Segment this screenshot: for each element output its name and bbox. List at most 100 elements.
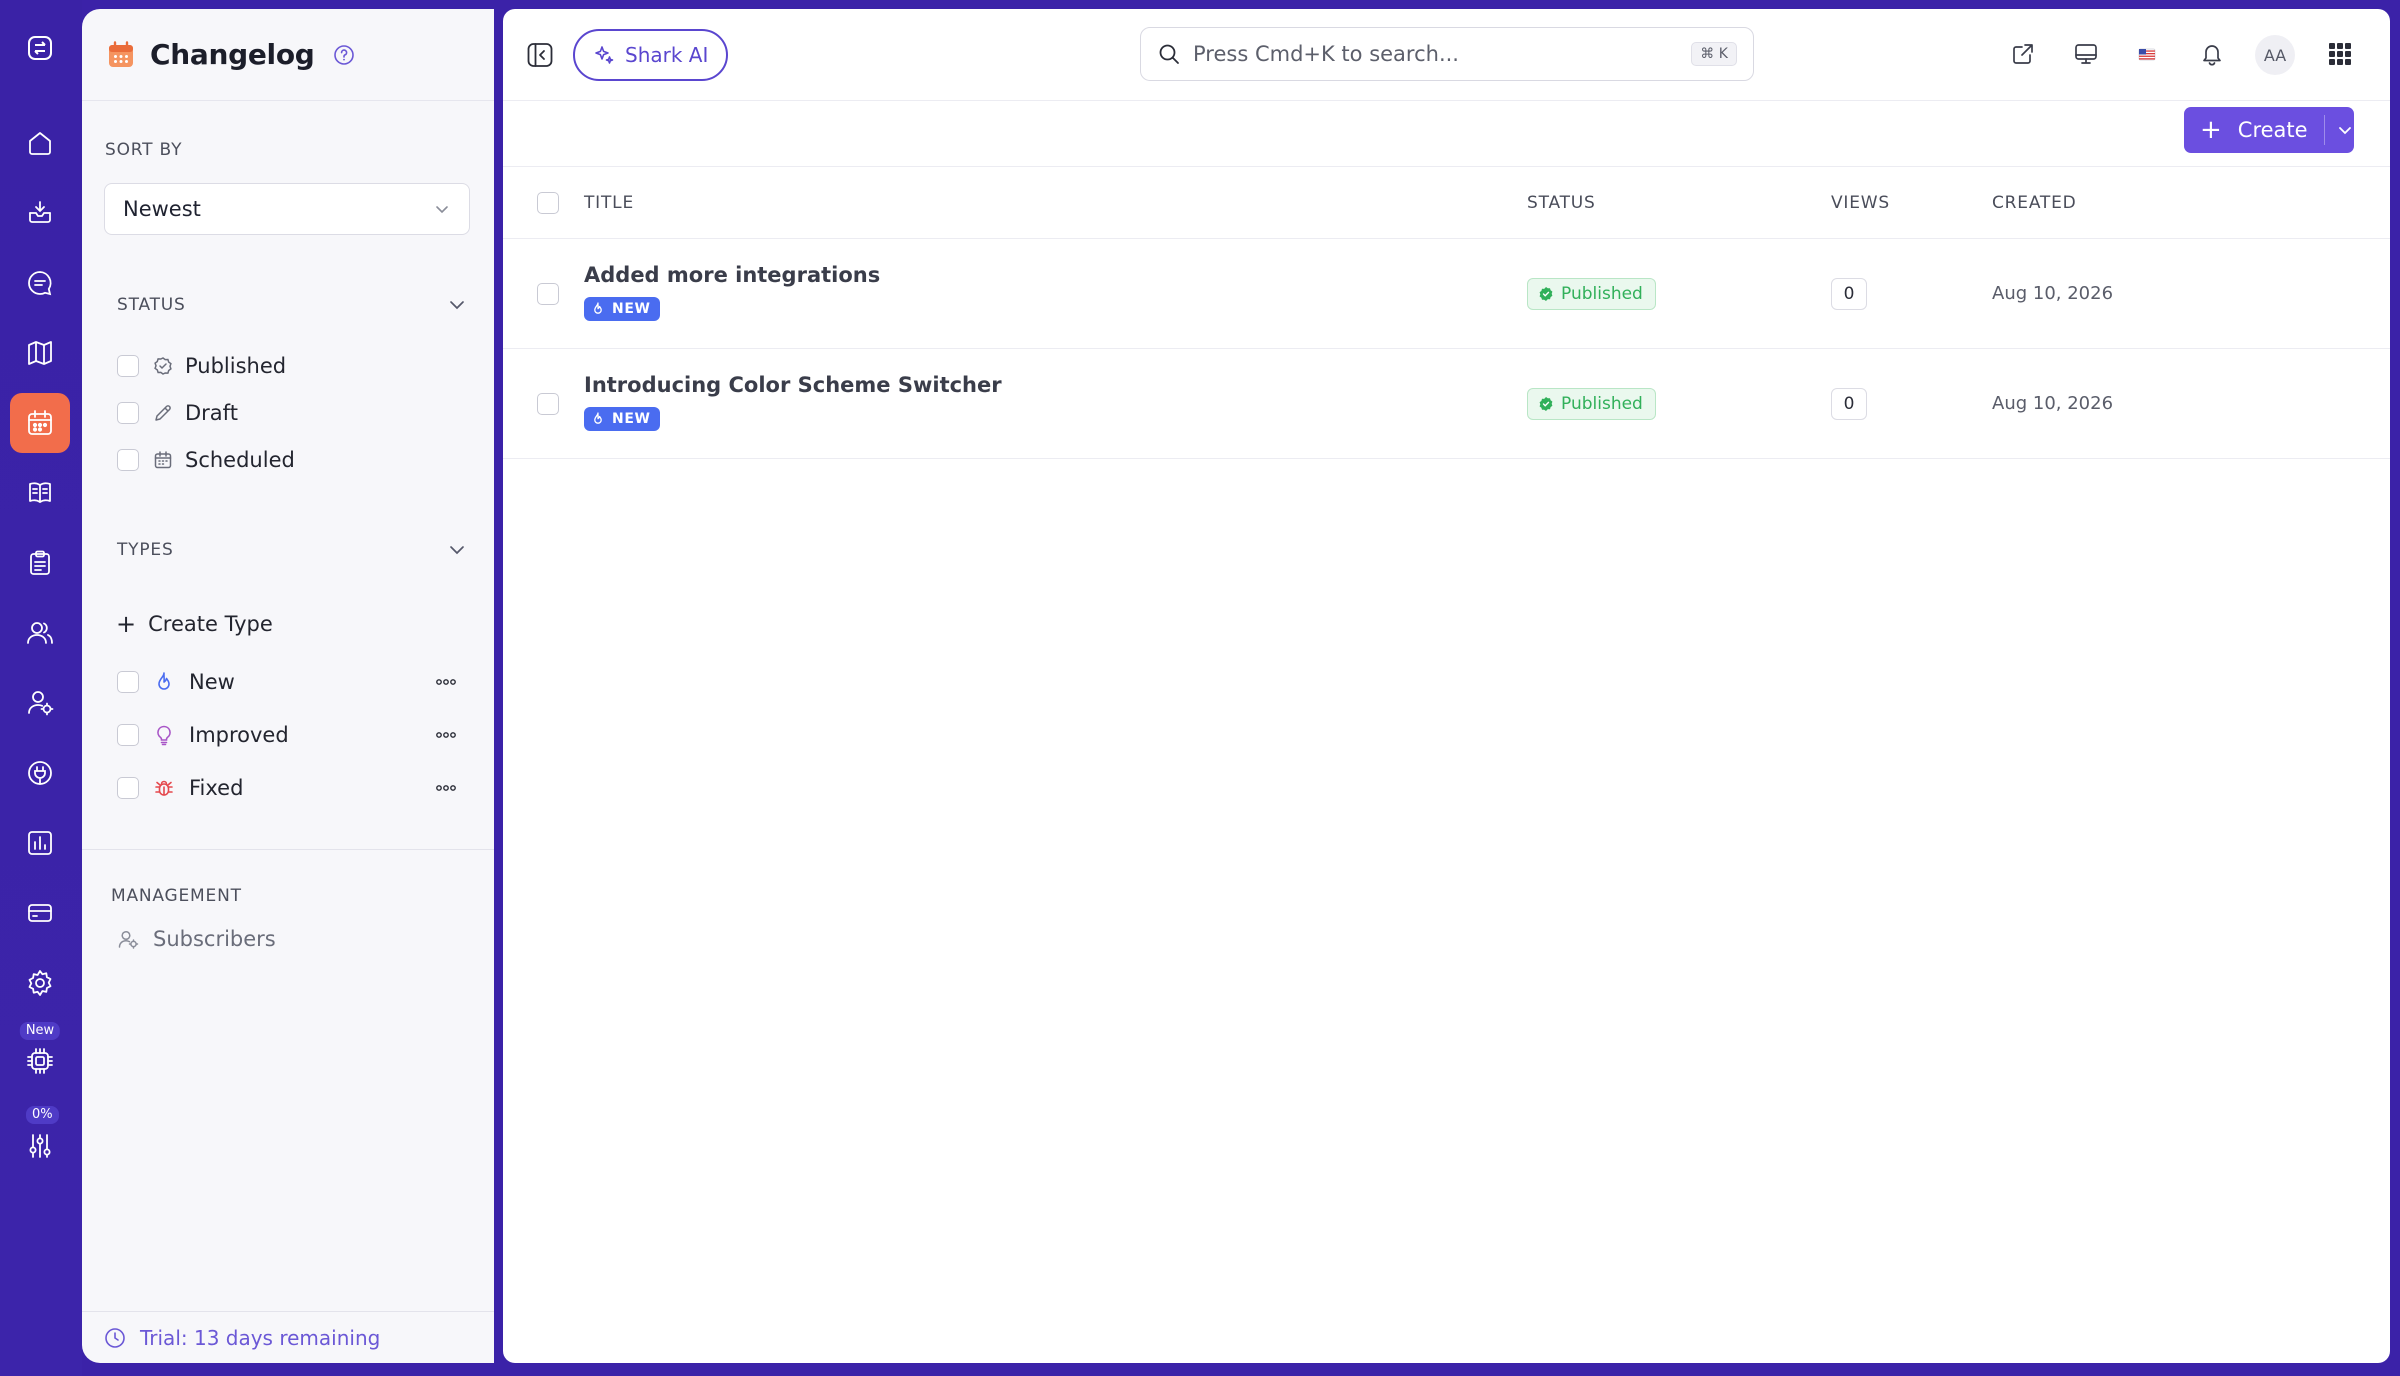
global-search[interactable]: ⌘ K [1140,27,1754,81]
chevron-down-icon[interactable] [2336,121,2354,139]
types-label: TYPES [117,540,174,560]
rail-billing[interactable] [10,883,70,943]
ai-chip-icon [25,1046,55,1076]
column-created[interactable]: CREATED [1992,193,2077,213]
sort-select[interactable]: Newest [104,183,470,235]
rail-users[interactable] [10,603,70,663]
trial-banner[interactable]: Trial: 13 days remaining [82,1311,494,1363]
status-label: Published [1561,394,1643,414]
roadmap-icon [25,338,55,368]
create-button[interactable]: + Create [2184,107,2354,153]
status-option-draft[interactable]: Draft [117,398,238,428]
status-label: STATUS [117,295,186,315]
sort-value: Newest [123,197,201,221]
status-option-published[interactable]: Published [117,351,286,381]
row-title[interactable]: Introducing Color Scheme Switcher [584,373,1002,397]
type-row-improved[interactable]: Improved [117,720,457,750]
status-option-scheduled[interactable]: Scheduled [117,445,295,475]
app-rail: New 0% [0,0,82,1376]
row-checkbox[interactable] [537,283,559,305]
panel-divider [82,849,494,850]
type-improved-checkbox[interactable] [117,724,139,746]
rail-user-settings[interactable] [10,673,70,733]
monitor-icon[interactable] [2071,39,2101,69]
rail-integrations[interactable] [10,743,70,803]
status-section-toggle[interactable]: STATUS [117,295,467,315]
new-tag: NEW [584,297,660,321]
select-all-checkbox[interactable] [537,192,559,214]
external-link-icon[interactable] [2008,39,2038,69]
rail-changelog[interactable] [10,393,70,453]
clock-icon [104,1327,140,1349]
table-row[interactable]: Introducing Color Scheme Switcher NEW Pu… [503,349,2390,459]
type-label: New [189,670,235,694]
shark-ai-button[interactable]: Shark AI [573,29,729,81]
inbox-icon [25,197,55,227]
subscribers-link[interactable]: Subscribers [117,927,276,951]
new-badge: New [19,1022,61,1040]
logo-icon [25,33,55,63]
management-label: MANAGEMENT [111,886,242,906]
flame-icon [591,302,612,316]
new-tag: NEW [584,407,660,431]
type-row-new[interactable]: New [117,667,457,697]
help-icon[interactable] [333,44,355,66]
more-options-icon[interactable] [435,783,457,793]
apps-grid-icon[interactable] [2325,39,2355,69]
sort-by-label: SORT BY [105,140,183,160]
rail-home[interactable] [10,113,70,173]
shark-ai-label: Shark AI [625,43,709,67]
more-options-icon[interactable] [435,730,457,740]
plus-icon: + [116,610,137,638]
status-label: Published [1561,284,1643,304]
column-status[interactable]: STATUS [1527,193,1596,213]
row-title[interactable]: Added more integrations [584,263,880,287]
types-section-toggle[interactable]: TYPES [117,540,467,560]
rail-roadmap[interactable] [10,323,70,383]
chevron-down-icon [447,295,467,315]
sparkle-icon [593,44,625,66]
changelog-filter-panel: Changelog SORT BY Newest STATUS Publishe… [82,9,494,1363]
rail-analytics[interactable] [10,813,70,873]
changelog-calendar-icon [106,40,136,70]
rail-surveys[interactable] [10,533,70,593]
type-new-checkbox[interactable] [117,671,139,693]
rail-ai-features[interactable]: New [10,1022,70,1084]
rail-settings[interactable] [10,953,70,1013]
billing-card-icon [25,898,55,928]
us-flag-icon[interactable] [2132,39,2162,69]
rail-onboarding[interactable]: 0% [10,1104,70,1164]
sliders-icon [25,1131,55,1161]
draft-checkbox[interactable] [117,402,139,424]
app-logo[interactable] [10,18,70,78]
rail-feedback[interactable] [10,253,70,313]
analytics-icon [25,828,55,858]
bell-icon[interactable] [2197,39,2227,69]
table-row[interactable]: Added more integrations NEW Published 0 … [503,239,2390,349]
rail-knowledge-base[interactable] [10,462,70,522]
chevron-down-icon [447,540,467,560]
type-row-fixed[interactable]: Fixed [117,773,457,803]
avatar[interactable]: AA [2255,35,2295,75]
tag-label: NEW [612,411,651,427]
more-options-icon[interactable] [435,677,457,687]
views-count: 0 [1831,278,1867,310]
settings-gear-icon [25,968,55,998]
knowledge-book-icon [25,477,55,507]
page-title: Changelog [150,38,315,71]
column-title[interactable]: TITLE [584,193,634,213]
sidebar-collapse-icon[interactable] [525,40,555,70]
scheduled-checkbox[interactable] [117,449,139,471]
rail-inbox[interactable] [10,182,70,242]
subscribers-label: Subscribers [153,927,276,951]
column-views[interactable]: VIEWS [1831,193,1890,213]
create-type-button[interactable]: + Create Type [116,612,273,636]
trial-text: Trial: 13 days remaining [140,1325,381,1350]
bug-icon [153,777,175,799]
plus-icon: + [2200,115,2222,145]
search-input[interactable] [1193,42,1692,66]
type-fixed-checkbox[interactable] [117,777,139,799]
row-checkbox[interactable] [537,393,559,415]
home-icon [25,128,55,158]
published-checkbox[interactable] [117,355,139,377]
